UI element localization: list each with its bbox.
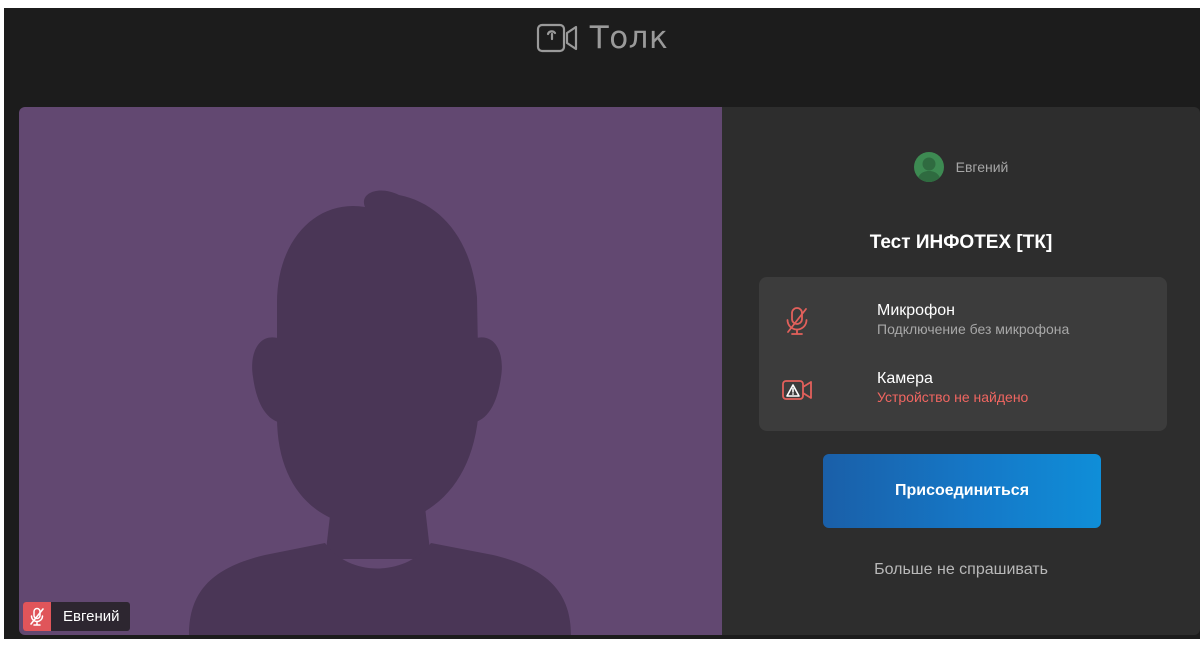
avatar: [913, 152, 944, 182]
app-name: Толк: [589, 20, 669, 56]
app-window: Толк Евгений Евгений Тест ИНФОТЕХ [ТК] М…: [4, 8, 1200, 639]
dont-ask-again-link[interactable]: Больше не спрашивать: [722, 561, 1200, 579]
join-button[interactable]: Присоединиться: [823, 454, 1101, 528]
mic-off-icon: [786, 307, 808, 335]
user-avatar-icon: [916, 157, 941, 182]
mic-off-icon: [30, 607, 44, 626]
avatar-silhouette-icon: [189, 190, 571, 635]
camera-status: Устройство не найдено: [877, 389, 1029, 405]
camera-warning-icon: [782, 380, 812, 400]
join-panel: Евгений Тест ИНФОТЕХ [ТК] Микрофон Подкл…: [722, 107, 1200, 635]
video-call-logo-icon: [536, 23, 577, 53]
camera-row[interactable]: Камера Устройство не найдено: [759, 367, 1167, 417]
mic-muted-badge[interactable]: [23, 602, 51, 631]
device-check-box: Микрофон Подключение без микрофона Камер…: [759, 277, 1167, 431]
user-row: Евгений: [722, 152, 1200, 182]
participant-name: Евгений: [63, 608, 120, 625]
user-name: Евгений: [955, 159, 1009, 175]
microphone-status: Подключение без микрофона: [877, 321, 1070, 337]
microphone-title: Микрофон: [877, 302, 955, 319]
screen: Толк Евгений Евгений Тест ИНФОТЕХ [ТК] М…: [0, 0, 1204, 645]
camera-title: Камера: [877, 370, 933, 387]
camera-text: Камера Устройство не найдено: [877, 369, 1028, 406]
video-preview: Евгений: [19, 107, 722, 635]
microphone-text: Микрофон Подключение без микрофона: [877, 301, 1069, 338]
microphone-row[interactable]: Микрофон Подключение без микрофона: [759, 299, 1167, 349]
app-logo: Толк: [4, 16, 1200, 60]
meeting-title: Тест ИНФОТЕХ [ТК]: [869, 232, 1053, 253]
participant-name-badge: Евгений: [23, 602, 130, 631]
